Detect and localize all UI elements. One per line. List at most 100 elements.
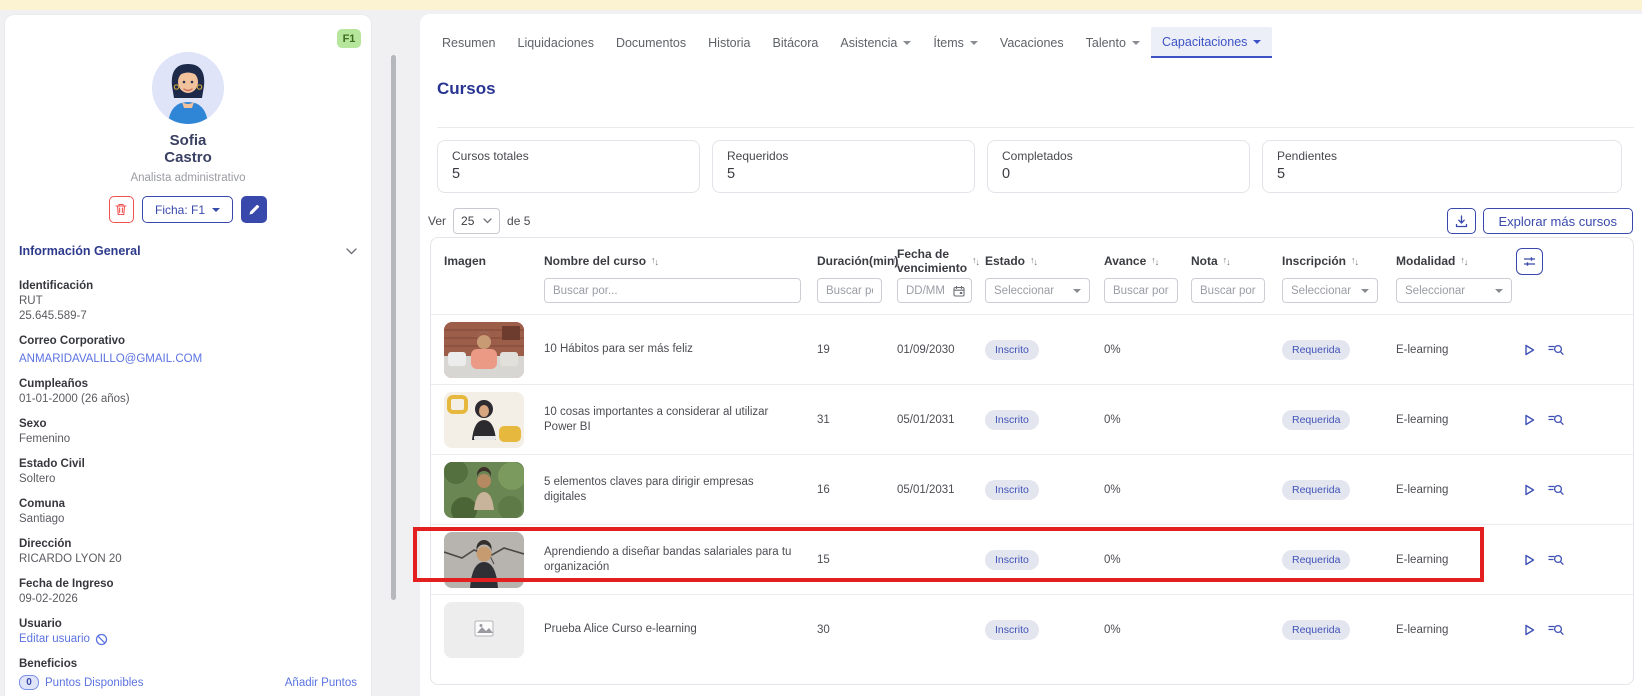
- ficha-dropdown-button[interactable]: Ficha: F1: [142, 196, 233, 223]
- caret-down-icon: [1361, 289, 1369, 293]
- filter-nota-input[interactable]: [1191, 278, 1265, 303]
- play-course-button[interactable]: [1524, 554, 1535, 566]
- course-progress: 0%: [1104, 624, 1191, 636]
- table-row: 10 cosas importantes a considerar al uti…: [431, 384, 1633, 454]
- column-avance[interactable]: Avance: [1104, 247, 1191, 275]
- play-course-button[interactable]: [1524, 484, 1535, 496]
- add-points-link[interactable]: Añadir Puntos: [285, 677, 357, 689]
- page-size-control: Ver 25 de 5: [428, 208, 530, 234]
- sidebar-scrollbar: [391, 14, 397, 696]
- tab-asistencia[interactable]: Asistencia: [829, 27, 922, 58]
- tab-talento[interactable]: Talento: [1075, 27, 1151, 58]
- column-inscripcion[interactable]: Inscripción: [1282, 247, 1396, 275]
- tab-capacitaciones[interactable]: Capacitaciones: [1151, 27, 1272, 58]
- page-title: Cursos: [437, 78, 496, 100]
- filter-fecha-input[interactable]: DD/MM: [897, 278, 972, 303]
- tab-bitacora[interactable]: Bitácora: [762, 27, 830, 58]
- play-course-button[interactable]: [1524, 414, 1535, 426]
- delete-employee-button[interactable]: [109, 196, 134, 223]
- ficha-dropdown-label: Ficha: F1: [155, 203, 205, 217]
- caret-down-icon: [903, 41, 911, 45]
- filter-estado-select[interactable]: Seleccionar: [985, 278, 1090, 303]
- course-progress: 0%: [1104, 554, 1191, 566]
- status-badge: Inscrito: [985, 480, 1039, 500]
- course-name: Prueba Alice Curso e-learning: [544, 622, 817, 637]
- download-button[interactable]: [1447, 208, 1476, 234]
- course-details-button[interactable]: [1548, 553, 1564, 566]
- filter-modalidad-select[interactable]: Seleccionar: [1396, 278, 1512, 303]
- ficha-badge: F1: [337, 29, 361, 48]
- sort-icon[interactable]: [1223, 256, 1230, 266]
- tab-historia[interactable]: Historia: [697, 27, 761, 58]
- filter-duracion-input[interactable]: [817, 278, 882, 303]
- tab-resumen[interactable]: Resumen: [431, 27, 507, 58]
- edit-user-link[interactable]: Editar usuario: [19, 632, 90, 647]
- edit-profile-button[interactable]: [241, 196, 267, 223]
- caret-down-icon: [1132, 41, 1140, 45]
- course-name: 5 elementos claves para dirigir empresas…: [544, 475, 817, 505]
- course-modality: E-learning: [1396, 624, 1516, 636]
- stat-requeridos: Requeridos 5: [712, 140, 975, 193]
- tab-vacaciones[interactable]: Vacaciones: [989, 27, 1075, 58]
- sort-icon[interactable]: [1460, 256, 1467, 266]
- tab-liquidaciones[interactable]: Liquidaciones: [507, 27, 605, 58]
- column-nota[interactable]: Nota: [1191, 247, 1282, 275]
- sort-icon[interactable]: [1151, 256, 1158, 266]
- filter-nombre-input[interactable]: [544, 278, 801, 303]
- course-progress: 0%: [1104, 344, 1191, 356]
- sort-icon[interactable]: [972, 256, 979, 266]
- table-row: Prueba Alice Curso e-learning 30 Inscrit…: [431, 594, 1633, 664]
- scrollbar-thumb[interactable]: [391, 55, 396, 600]
- course-due-date: 01/09/2030: [897, 344, 985, 356]
- chevron-down-icon[interactable]: [346, 248, 357, 255]
- search-details-icon: [1548, 623, 1564, 636]
- play-course-button[interactable]: [1524, 344, 1535, 356]
- sort-icon[interactable]: [1030, 256, 1037, 266]
- employee-role: Analista administrativo: [5, 172, 371, 184]
- employee-first-name: Sofia: [5, 132, 371, 149]
- filter-inscripcion-select[interactable]: Seleccionar: [1282, 278, 1378, 303]
- column-duracion[interactable]: Duración(min): [817, 247, 897, 275]
- course-thumbnail: [444, 462, 524, 518]
- course-duration: 30: [817, 624, 897, 636]
- enrollment-badge: Requerida: [1282, 410, 1350, 430]
- main-panel: Resumen Liquidaciones Documentos Histori…: [420, 14, 1642, 696]
- points-available-link[interactable]: Puntos Disponibles: [45, 677, 143, 689]
- play-icon: [1524, 484, 1535, 496]
- filter-sliders-icon: [1523, 255, 1536, 268]
- course-name: 10 Hábitos para ser más feliz: [544, 342, 817, 357]
- section-informacion-general: Información General: [19, 244, 357, 258]
- corporate-email-link[interactable]: ANMARIDAVALILLO@GMAIL.COM: [19, 353, 202, 365]
- pager-suffix: de 5: [507, 214, 530, 228]
- course-image-powerbi: [444, 392, 524, 448]
- sort-icon[interactable]: [651, 256, 658, 266]
- course-details-button[interactable]: [1548, 413, 1564, 426]
- column-settings-button[interactable]: [1516, 248, 1543, 275]
- column-fecha[interactable]: Fecha de vencimiento: [897, 247, 985, 275]
- tab-items[interactable]: Ítems: [922, 27, 989, 58]
- status-badge: Inscrito: [985, 410, 1039, 430]
- field-correo-corporativo: Correo Corporativo ANMARIDAVALILLO@GMAIL…: [19, 334, 357, 367]
- course-details-button[interactable]: [1548, 483, 1564, 496]
- play-course-button[interactable]: [1524, 624, 1535, 636]
- column-modalidad[interactable]: Modalidad: [1396, 247, 1516, 275]
- course-details-button[interactable]: [1548, 343, 1564, 356]
- column-estado[interactable]: Estado: [985, 247, 1104, 275]
- table-filter-row: DD/MM Seleccionar Seleccionar: [431, 275, 1633, 314]
- search-details-icon: [1548, 413, 1564, 426]
- field-direccion: Dirección RICARDO LYON 20: [19, 537, 357, 567]
- page-size-select[interactable]: 25: [453, 208, 500, 234]
- filter-avance-input[interactable]: [1104, 278, 1178, 303]
- column-nombre[interactable]: Nombre del curso: [544, 247, 817, 275]
- sort-icon[interactable]: [1351, 256, 1358, 266]
- points-count-badge: 0: [19, 675, 39, 690]
- course-details-button[interactable]: [1548, 623, 1564, 636]
- title-divider: [437, 127, 1634, 128]
- course-modality: E-learning: [1396, 344, 1516, 356]
- sort-icon[interactable]: [892, 256, 899, 266]
- course-duration: 19: [817, 344, 897, 356]
- tab-documentos[interactable]: Documentos: [605, 27, 697, 58]
- explore-courses-button[interactable]: Explorar más cursos: [1483, 208, 1633, 234]
- course-due-date: 05/01/2031: [897, 484, 985, 496]
- avatar: [152, 52, 224, 124]
